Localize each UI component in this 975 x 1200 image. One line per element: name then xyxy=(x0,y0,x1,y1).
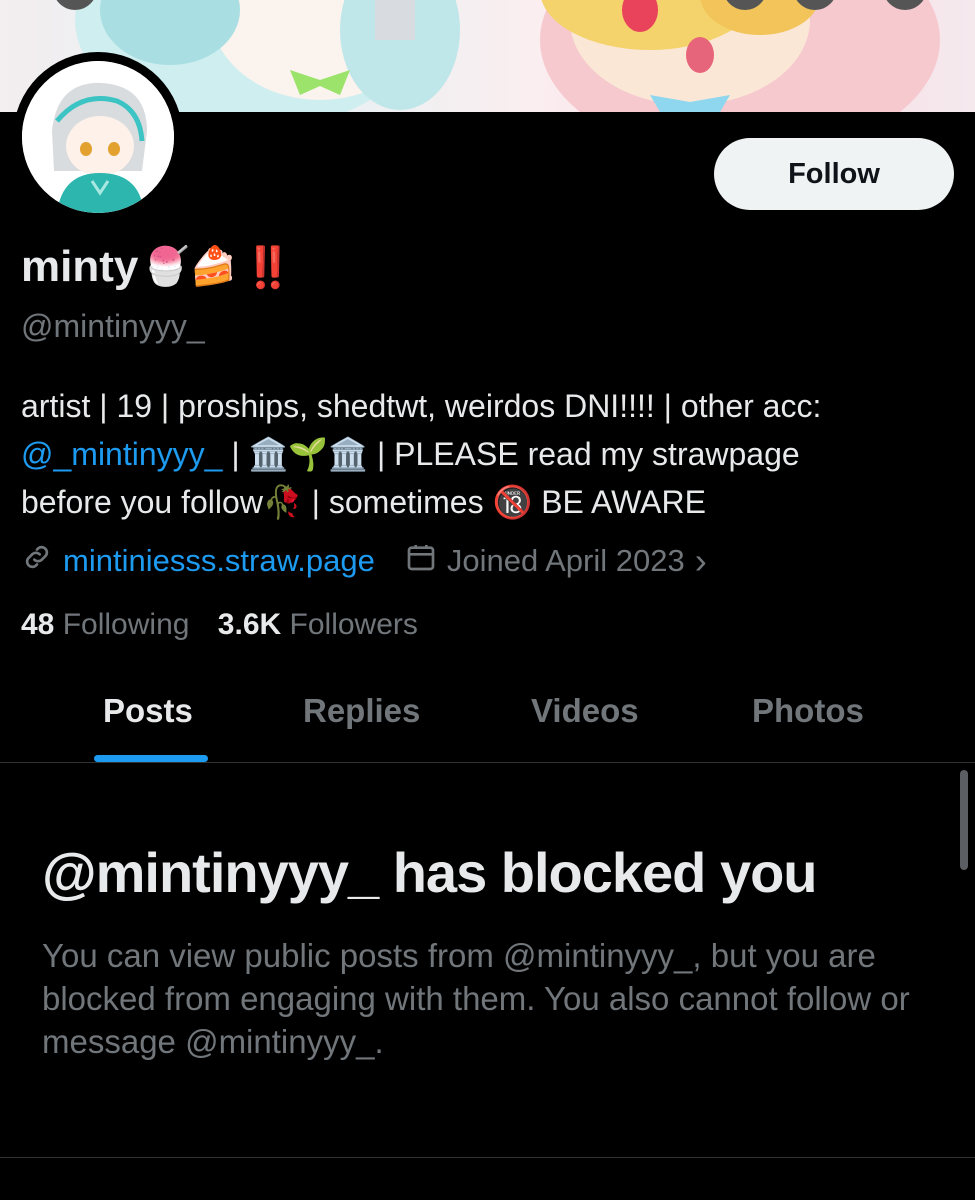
profile-tabs: Posts Replies Videos Photos xyxy=(0,672,975,762)
joined-date[interactable]: Joined April 2023 xyxy=(447,543,685,579)
avatar-art xyxy=(22,61,174,213)
profile-bio: artist | 19 | proships, shedtwt, weirdos… xyxy=(21,382,956,526)
blocked-title: @mintinyyy_ has blocked you xyxy=(42,841,817,904)
display-name-text: minty xyxy=(21,242,139,291)
active-tab-indicator xyxy=(94,755,208,762)
display-name: minty 🍧🍰 ‼️ xyxy=(21,242,293,292)
profile-handle: @mintinyyy_ xyxy=(21,308,205,344)
tab-photos[interactable]: Photos xyxy=(752,692,864,730)
bio-line-2: | PLEASE read my strawpage xyxy=(368,436,800,472)
followers-number: 3.6K xyxy=(217,608,282,641)
profile-meta: mintiniesss.straw.page Joined April 2023… xyxy=(21,540,707,582)
bio-mention-link[interactable]: @_mintinyyy_ xyxy=(21,436,222,472)
followers-label: Followers xyxy=(289,608,418,641)
bio-line-1: artist | 19 | proships, shedtwt, weirdos… xyxy=(21,388,822,424)
bio-line-3-mid: | sometimes xyxy=(302,484,493,520)
display-name-bang: ‼️ xyxy=(243,245,293,290)
chevron-right-icon[interactable]: › xyxy=(695,540,707,582)
bio-adult-emoji: 🔞 xyxy=(492,484,533,520)
tab-videos[interactable]: Videos xyxy=(531,692,639,730)
link-icon xyxy=(21,541,53,581)
bio-emoji-group: 🏛️🌱🏛️ xyxy=(248,436,369,472)
display-name-emojis: 🍧🍰 xyxy=(142,246,237,288)
scrollbar[interactable] xyxy=(960,770,968,870)
blocked-description: You can view public posts from @mintinyy… xyxy=(42,937,910,1060)
follow-counts: 48 Following 3.6K Followers xyxy=(21,608,418,642)
tabs-divider xyxy=(0,762,975,763)
followers-count[interactable]: 3.6K Followers xyxy=(218,608,418,641)
tab-replies[interactable]: Replies xyxy=(303,692,420,730)
following-count[interactable]: 48 Following xyxy=(21,608,189,641)
avatar[interactable] xyxy=(22,61,174,213)
bio-line-3-start: before you follow xyxy=(21,484,263,520)
bio-line-3-end: BE AWARE xyxy=(532,484,706,520)
website-link[interactable]: mintiniesss.straw.page xyxy=(63,543,375,579)
following-number: 48 xyxy=(21,608,55,641)
tab-posts[interactable]: Posts xyxy=(103,692,193,730)
bio-wilted-rose: 🥀 xyxy=(262,484,303,520)
calendar-icon xyxy=(405,541,437,581)
bottom-divider xyxy=(0,1157,975,1158)
follow-button[interactable]: Follow xyxy=(714,138,954,210)
bio-separator: | xyxy=(222,436,249,472)
following-label: Following xyxy=(62,608,190,641)
